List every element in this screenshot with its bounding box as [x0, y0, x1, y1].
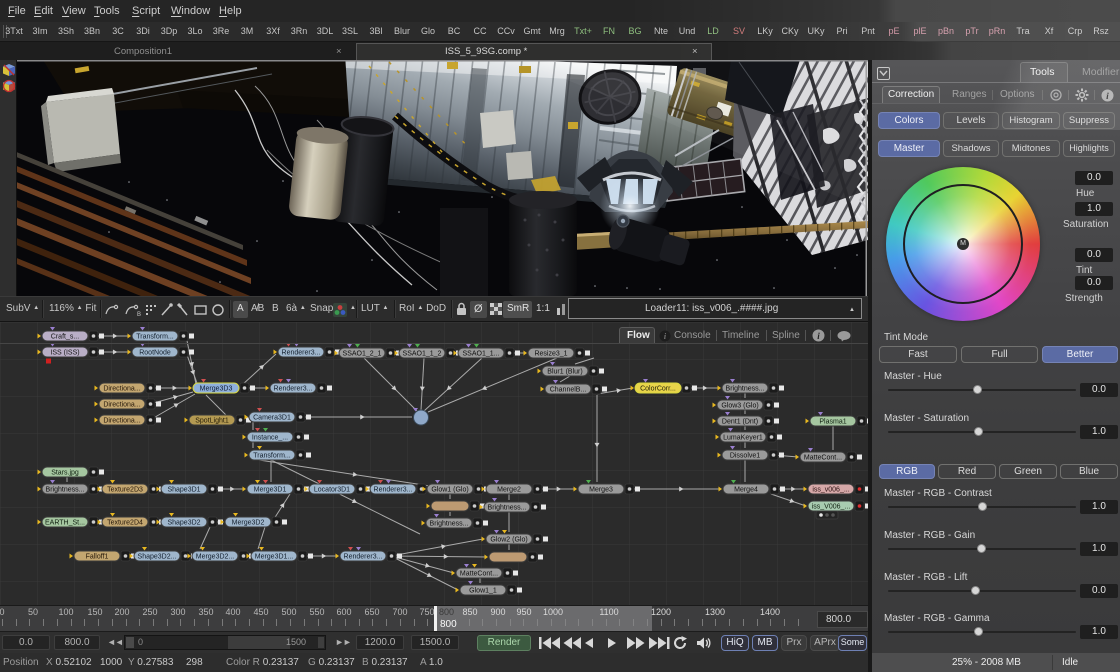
- svg-text:Merge3D2: Merge3D2: [232, 520, 265, 527]
- svg-text:Texture2D4: Texture2D4: [107, 520, 143, 527]
- svg-text:Falloff1: Falloff1: [86, 554, 109, 561]
- svg-text:i: i: [1106, 92, 1109, 102]
- svg-text:Shape3D2...: Shape3D2...: [138, 554, 177, 561]
- svg-text:Camera3D1: Camera3D1: [253, 415, 291, 422]
- svg-text:ISS (ISS): ISS (ISS): [50, 350, 79, 357]
- svg-text:Transform...: Transform...: [136, 334, 174, 341]
- svg-text:MatteCont...: MatteCont...: [460, 571, 498, 578]
- svg-text:Directiona...: Directiona...: [103, 418, 140, 425]
- svg-text:Glow2 (Glo): Glow2 (Glo): [490, 537, 527, 544]
- svg-text:iss_v006_...: iss_v006_...: [812, 487, 849, 494]
- svg-text:SSAO1_1_2: SSAO1_1_2: [403, 351, 442, 358]
- svg-text:SSAO1_2_1: SSAO1_2_1: [343, 351, 382, 358]
- svg-text:Merge3: Merge3: [589, 487, 613, 494]
- svg-text:B: B: [137, 312, 141, 318]
- svg-text:Locator3D1: Locator3D1: [314, 487, 350, 494]
- svg-text:iss_V006_...: iss_V006_...: [812, 504, 851, 511]
- svg-text:Merge4: Merge4: [734, 487, 758, 494]
- svg-text:LumaKeyer1: LumaKeyer1: [723, 435, 763, 442]
- svg-text:Merge3D2...: Merge3D2...: [196, 554, 235, 561]
- svg-text:Brightness...: Brightness...: [726, 386, 765, 393]
- svg-text:Brightness...: Brightness...: [488, 505, 527, 512]
- svg-text:Dissolve1: Dissolve1: [730, 453, 760, 460]
- svg-text:Dent1 (Dnt): Dent1 (Dnt): [722, 419, 758, 426]
- svg-text:Craft_s...: Craft_s...: [51, 334, 79, 341]
- svg-text:Glow3 (Glo): Glow3 (Glo): [721, 403, 758, 410]
- svg-text:Transform...: Transform...: [253, 453, 291, 460]
- svg-text:Brightness...: Brightness...: [46, 487, 85, 494]
- svg-text:Instance_...: Instance_...: [252, 435, 288, 442]
- svg-text:Plasma1: Plasma1: [819, 419, 846, 426]
- svg-text:Blur1 (Blur): Blur1 (Blur): [547, 369, 582, 376]
- svg-text:Merge3D1...: Merge3D1...: [255, 554, 294, 561]
- svg-text:Renderer3...: Renderer3...: [344, 554, 383, 561]
- svg-text:ColorCorr...: ColorCorr...: [640, 386, 676, 393]
- svg-text:Glow1 (Glo): Glow1 (Glo): [431, 487, 468, 494]
- svg-text:SpotLight1: SpotLight1: [195, 418, 229, 425]
- svg-text:EARTH_St...: EARTH_St...: [45, 520, 85, 527]
- svg-text:Resize3_1: Resize3_1: [534, 351, 567, 358]
- svg-text:MatteCont...: MatteCont...: [804, 455, 842, 462]
- svg-text:Renderer3...: Renderer3...: [374, 487, 413, 494]
- svg-text:Shape3D2: Shape3D2: [167, 520, 200, 527]
- svg-text:Glow1_1: Glow1_1: [469, 588, 497, 595]
- svg-text:Merge2: Merge2: [497, 487, 521, 494]
- svg-text:Shape3D1: Shape3D1: [167, 487, 200, 494]
- svg-text:Directiona...: Directiona...: [103, 386, 140, 393]
- svg-text:Renderer3...: Renderer3...: [274, 386, 313, 393]
- svg-text:Stars.jpg: Stars.jpg: [51, 470, 79, 477]
- svg-text:Texture2D3: Texture2D3: [107, 487, 143, 494]
- svg-text:Merge3D1: Merge3D1: [254, 487, 287, 494]
- svg-text:Directiona...: Directiona...: [103, 402, 140, 409]
- svg-text:Brightness...: Brightness...: [430, 521, 469, 528]
- svg-text:RootNode: RootNode: [139, 350, 171, 357]
- svg-text:Renderer3...: Renderer3...: [282, 350, 321, 357]
- svg-text:Merge3D3: Merge3D3: [200, 386, 233, 393]
- svg-text:SSAO1_1...: SSAO1_1...: [463, 351, 500, 358]
- svg-text:ChannelB...: ChannelB...: [550, 387, 587, 394]
